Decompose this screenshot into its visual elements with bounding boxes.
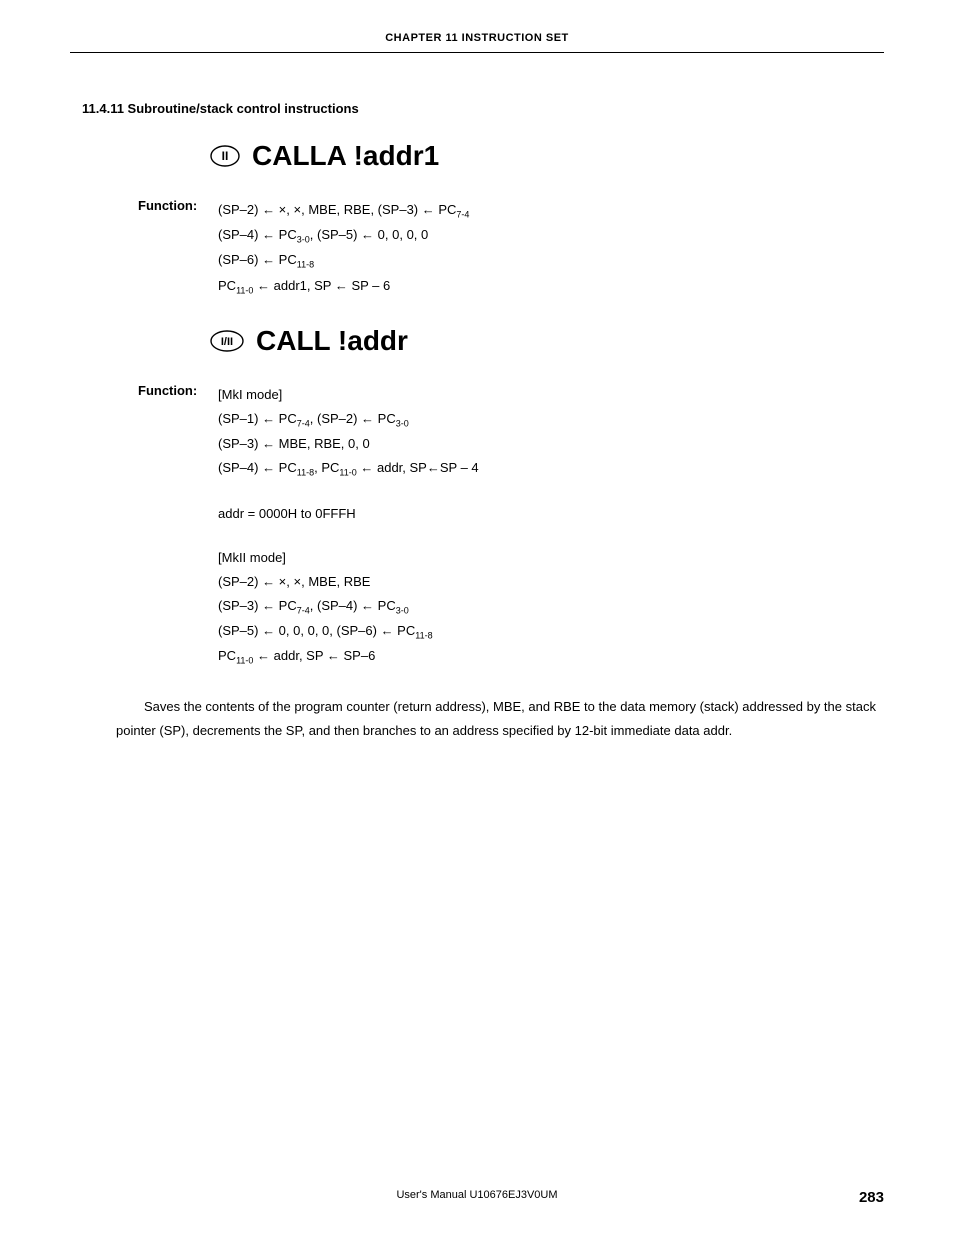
function-line: (SP–3) ← MBE, RBE, 0, 0 xyxy=(218,432,479,456)
section-heading: 11.4.11 Subroutine/stack control instruc… xyxy=(82,101,884,116)
function-line: (SP–4) ← PC11-8, PC11-0 ← addr, SP←SP – … xyxy=(218,456,479,481)
function-line: (SP–6) ← PC11-8 xyxy=(218,248,469,273)
instruction-title: CALL !addr xyxy=(256,325,408,357)
function-line: (SP–3) ← PC7-4, (SP–4) ← PC3-0 xyxy=(218,594,479,619)
mode-icon-ii: II xyxy=(210,145,240,167)
svg-text:I/II: I/II xyxy=(221,336,233,348)
function-block-calla: Function: (SP–2) ← ×, ×, MBE, RBE, (SP–3… xyxy=(138,198,884,299)
function-body: (SP–2) ← ×, ×, MBE, RBE, (SP–3) ← PC7-4(… xyxy=(218,198,469,299)
function-body: [MkI mode] (SP–1) ← PC7-4, (SP–2) ← PC3-… xyxy=(218,383,479,669)
instruction-title: CALLA !addr1 xyxy=(252,140,439,172)
function-line: (SP–2) ← ×, ×, MBE, RBE xyxy=(218,570,479,594)
instruction-heading-call: I/II CALL !addr xyxy=(210,325,884,357)
description-paragraph: Saves the contents of the program counte… xyxy=(116,695,884,743)
mode-icon-i-ii: I/II xyxy=(210,330,244,352)
chapter-header: CHAPTER 11 INSTRUCTION SET xyxy=(70,32,884,52)
function-line: PC11-0 ← addr1, SP ← SP – 6 xyxy=(218,274,469,299)
function-block-call: Function: [MkI mode] (SP–1) ← PC7-4, (SP… xyxy=(138,383,884,669)
svg-text:II: II xyxy=(222,149,229,163)
addr-range: addr = 0000H to 0FFFH xyxy=(218,502,479,526)
function-line: (SP–2) ← ×, ×, MBE, RBE, (SP–3) ← PC7-4 xyxy=(218,198,469,223)
function-line: PC11-0 ← addr, SP ← SP–6 xyxy=(218,644,479,669)
header-rule xyxy=(70,52,884,53)
mode-heading: [MkII mode] xyxy=(218,546,479,570)
function-label: Function: xyxy=(138,383,218,669)
instruction-heading-calla: II CALLA !addr1 xyxy=(210,140,884,172)
function-lines: (SP–2) ← ×, ×, MBE, RBE(SP–3) ← PC7-4, (… xyxy=(218,570,479,670)
function-label: Function: xyxy=(138,198,218,299)
function-lines: (SP–1) ← PC7-4, (SP–2) ← PC3-0(SP–3) ← M… xyxy=(218,407,479,482)
function-line: (SP–5) ← 0, 0, 0, 0, (SP–6) ← PC11-8 xyxy=(218,619,479,644)
page-number: 283 xyxy=(859,1189,884,1206)
mode-heading: [MkI mode] xyxy=(218,383,479,407)
page-footer: User's Manual U10676EJ3V0UM 283 xyxy=(0,1189,954,1201)
footer-text: User's Manual U10676EJ3V0UM xyxy=(396,1189,557,1201)
function-line: (SP–1) ← PC7-4, (SP–2) ← PC3-0 xyxy=(218,407,479,432)
function-line: (SP–4) ← PC3-0, (SP–5) ← 0, 0, 0, 0 xyxy=(218,223,469,248)
